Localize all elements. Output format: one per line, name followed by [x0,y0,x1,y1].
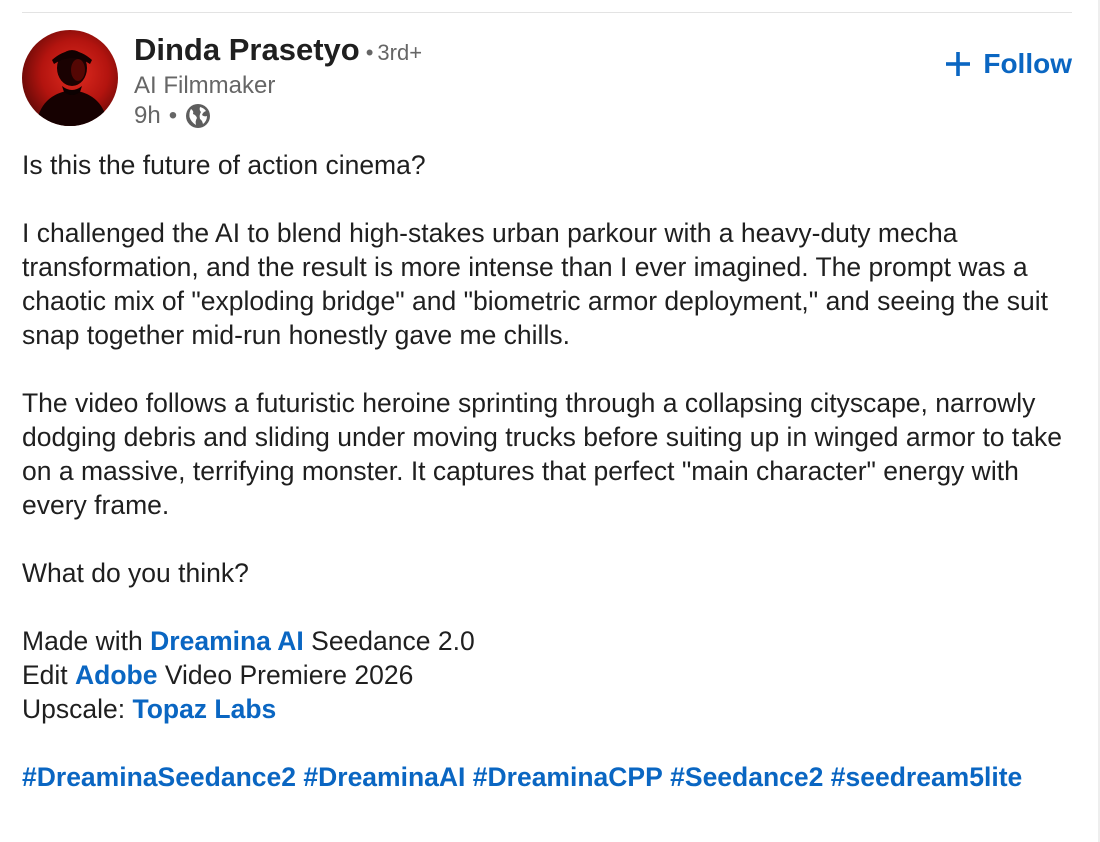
credit-upscale-prefix: Upscale: [22,694,133,724]
hashtag[interactable]: #DreaminaAI [303,762,465,792]
post-time: 9h [134,102,161,129]
hashtag-list: #DreaminaSeedance2 #DreaminaAI #Dreamina… [22,760,1074,794]
post-paragraph-question: Is this the future of action cinema? [22,150,426,180]
divider [22,12,1072,13]
author-name[interactable]: Dinda Prasetyo [134,32,360,67]
post-credits: Made with Dreamina AI Seedance 2.0 Edit … [22,624,1074,726]
follow-label: Follow [983,48,1072,79]
mention-dreamina-ai[interactable]: Dreamina AI [150,626,304,656]
post-paragraph-challenge: I challenged the AI to blend high-stakes… [22,218,1049,350]
globe-icon [185,103,211,129]
credit-made-with: Made with Dreamina AI Seedance 2.0 [22,624,1074,658]
mention-adobe[interactable]: Adobe [75,660,157,690]
meta-separator: • [168,102,178,129]
post-header: Dinda Prasetyo•3rd+ AI Filmmaker 9h • [22,30,1072,130]
plus-icon [945,51,971,77]
post-text: Is this the future of action cinema? I c… [22,148,1074,828]
author-headline: AI Filmmaker [134,72,276,99]
follow-button[interactable]: Follow [945,44,1072,84]
credit-upscale: Upscale: Topaz Labs [22,692,1074,726]
connection-degree: 3rd+ [377,40,423,65]
hashtag[interactable]: #Seedance2 [670,762,823,792]
avatar[interactable] [22,30,118,126]
mention-topaz-labs[interactable]: Topaz Labs [132,694,276,724]
credit-made-prefix: Made with [22,626,151,656]
post-paragraph-ask: What do you think? [22,558,249,588]
hashtag[interactable]: #DreaminaCPP [473,762,663,792]
post-card: Dinda Prasetyo•3rd+ AI Filmmaker 9h • [0,0,1100,842]
degree-separator: • [365,40,374,65]
profile-photo-icon [36,50,108,126]
hashtag[interactable]: #seedream5lite [831,762,1023,792]
credit-edit-suffix: Video Premiere 2026 [157,660,414,690]
post-meta: 9h • [134,102,211,130]
credit-edit-prefix: Edit [22,660,76,690]
credit-made-suffix: Seedance 2.0 [303,626,475,656]
name-row: Dinda Prasetyo • 3rd+ [134,32,422,68]
hashtag[interactable]: #DreaminaSeedance2 [22,762,296,792]
credit-edit: Edit Adobe Video Premiere 2026 [22,658,1074,692]
post-paragraph-video: The video follows a futuristic heroine s… [22,388,1062,520]
